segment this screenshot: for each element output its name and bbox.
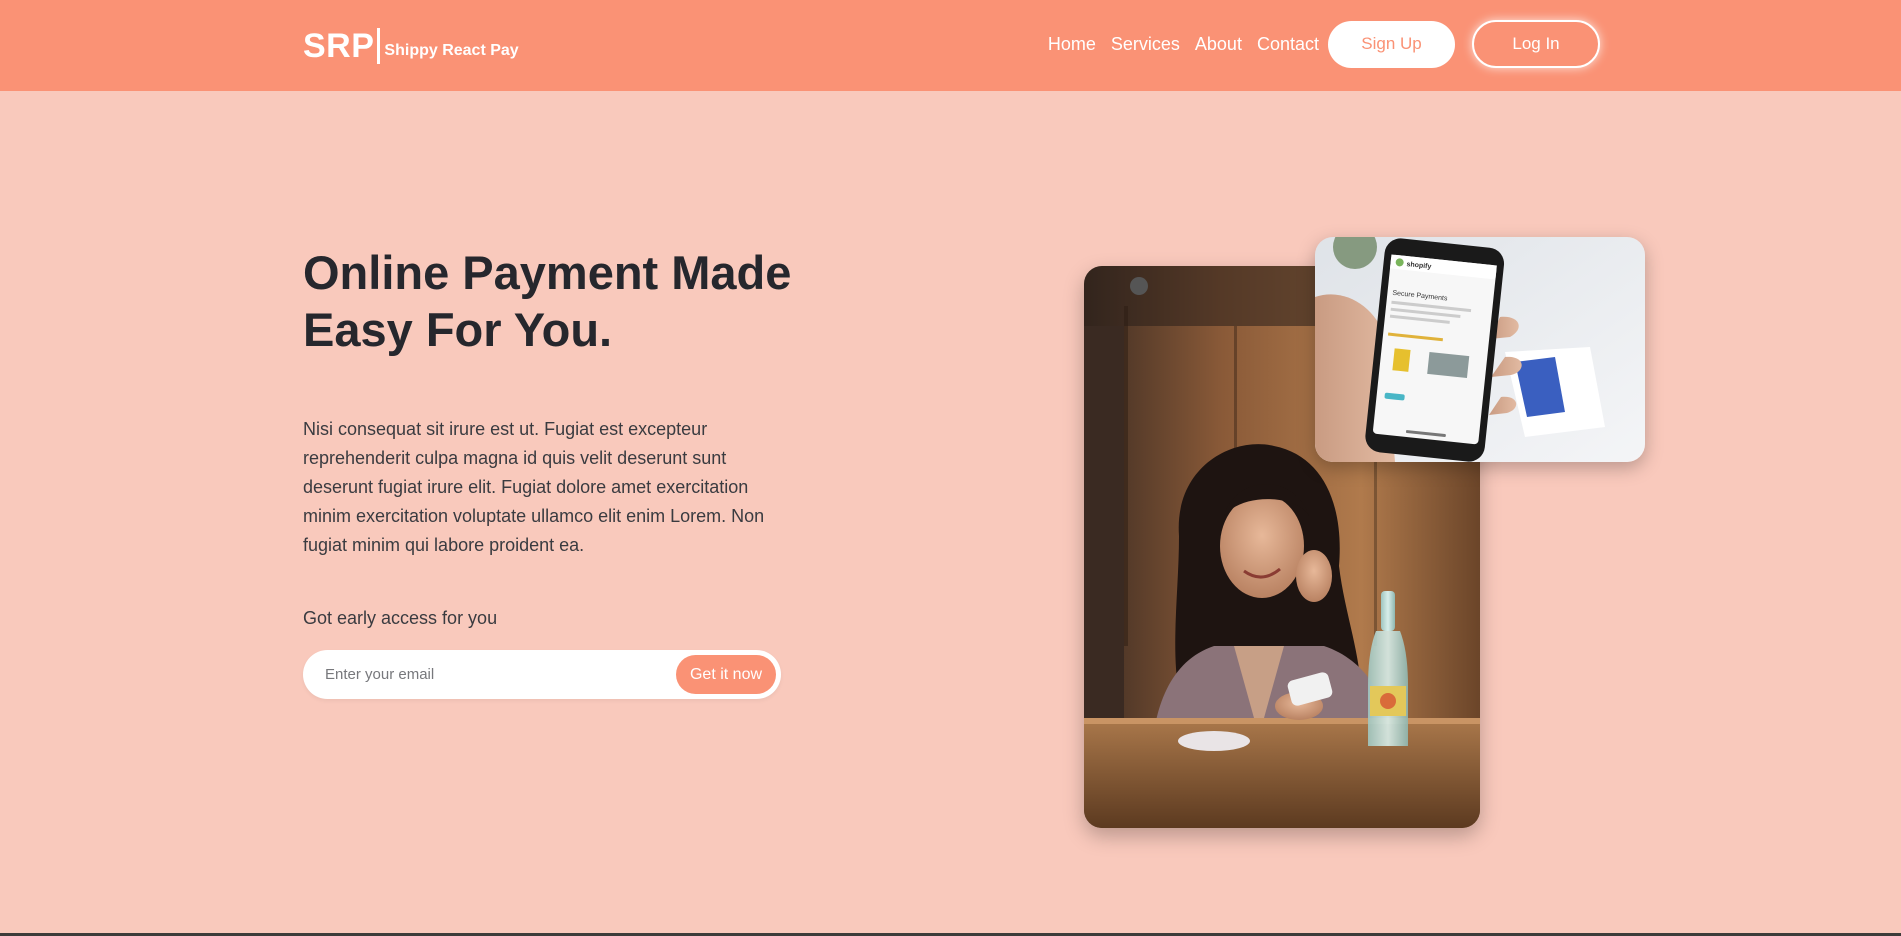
- site-header: SRP Shippy React Pay Home Services About…: [0, 0, 1901, 91]
- hero-description: Nisi consequat sit irure est ut. Fugiat …: [303, 419, 765, 555]
- early-access-label: Got early access for you: [303, 608, 498, 628]
- brand-divider: [377, 28, 381, 64]
- hero-headline: Online Payment Made Easy For You.: [303, 244, 843, 358]
- nav-link-services[interactable]: Services: [1111, 34, 1180, 55]
- nav-link-about[interactable]: About: [1195, 34, 1242, 55]
- phone-in-hand-photo: shopify Secure Payments: [1315, 237, 1645, 462]
- main-nav: Home Services About Contact Sign Up Log …: [1048, 20, 1600, 68]
- nav-link-contact[interactable]: Contact: [1257, 34, 1319, 55]
- brand-mark: SRP: [303, 27, 375, 65]
- nav-link-home[interactable]: Home: [1048, 34, 1096, 55]
- brand-logo[interactable]: SRP Shippy React Pay: [303, 26, 519, 66]
- get-it-now-button[interactable]: Get it now: [676, 655, 776, 694]
- brand-name: Shippy React Pay: [384, 42, 519, 59]
- email-signup-form: Get it now: [303, 650, 781, 699]
- sign-up-button[interactable]: Sign Up: [1328, 20, 1455, 68]
- hero-headline-line-2: Easy For You.: [303, 303, 613, 356]
- email-input[interactable]: [325, 650, 655, 699]
- log-in-button[interactable]: Log In: [1472, 20, 1600, 68]
- hero-headline-line-1: Online Payment Made: [303, 246, 792, 299]
